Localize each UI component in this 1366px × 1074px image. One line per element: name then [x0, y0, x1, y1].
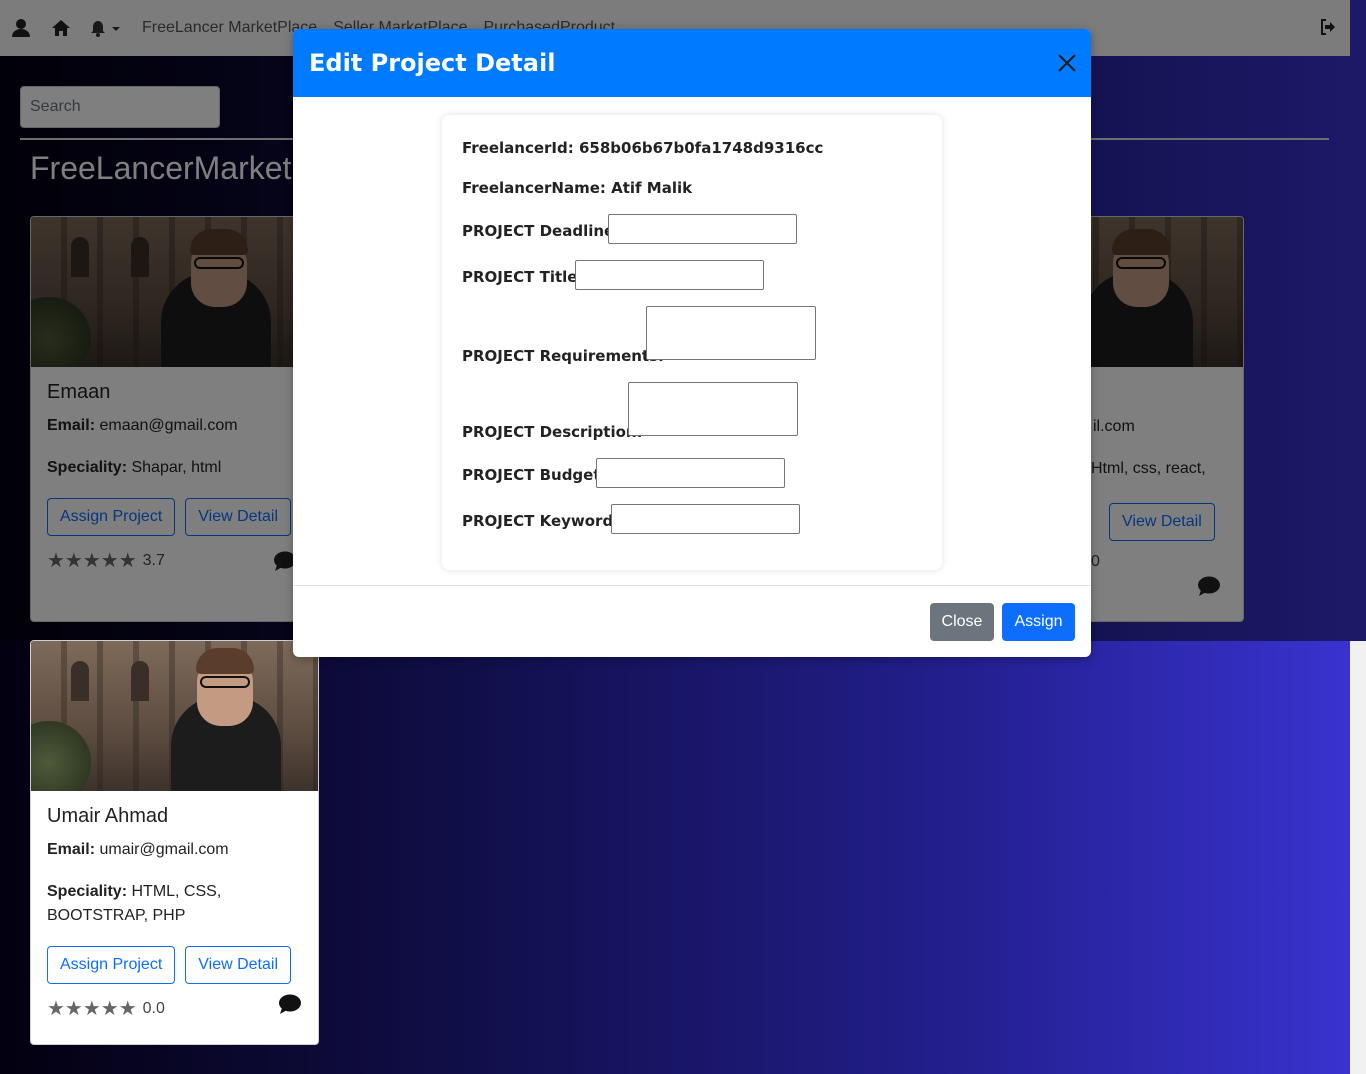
modal-backdrop[interactable] — [1350, 0, 1366, 641]
modal-header: Edit Project Detail — [293, 29, 1091, 97]
rating-value: 0.0 — [142, 999, 165, 1017]
star-rating-icon: ★★★★★ — [47, 998, 137, 1020]
freelancer-photo — [31, 641, 318, 791]
freelancer-name: FreelancerName: Atif Malik — [462, 179, 693, 197]
close-icon[interactable] — [1057, 53, 1077, 73]
keywords-input[interactable] — [611, 504, 800, 534]
budget-label: PROJECT Budget: — [462, 466, 607, 484]
deadline-label: PROJECT Deadline: — [462, 222, 621, 240]
scrollbar[interactable] — [1350, 641, 1366, 1074]
assign-button[interactable]: Assign — [1002, 603, 1075, 641]
deadline-input[interactable] — [608, 214, 797, 244]
assign-project-button[interactable]: Assign Project — [47, 946, 176, 984]
keywords-label: PROJECT Keywords: — [462, 512, 629, 530]
freelancer-card: Umair Ahmad Email: umair@gmail.com Speci… — [30, 640, 319, 1045]
chat-icon[interactable] — [278, 993, 302, 1020]
modal-title: Edit Project Detail — [309, 49, 556, 77]
freelancer-speciality: Speciality: HTML, CSS, BOOTSTRAP, PHP — [47, 883, 222, 924]
requirements-textarea[interactable] — [646, 306, 816, 360]
view-detail-button[interactable]: View Detail — [185, 946, 292, 984]
requirements-label: PROJECT Requirements: — [462, 347, 665, 365]
project-form: FreelancerId: 658b06b67b0fa1748d9316cc F… — [442, 115, 942, 570]
close-button[interactable]: Close — [930, 603, 994, 641]
edit-project-modal: Edit Project Detail FreelancerId: 658b06… — [293, 29, 1091, 657]
freelancer-email: Email: umair@gmail.com — [47, 841, 229, 858]
chat-icon[interactable] — [1197, 575, 1221, 602]
modal-footer: Close Assign — [293, 585, 1091, 657]
description-label: PROJECT Description: — [462, 423, 643, 441]
budget-input[interactable] — [596, 458, 785, 488]
freelancer-name: Umair Ahmad — [47, 805, 169, 827]
title-input[interactable] — [575, 260, 764, 290]
description-textarea[interactable] — [628, 382, 798, 436]
title-label: PROJECT Title: — [462, 268, 584, 286]
freelancer-id: FreelancerId: 658b06b67b0fa1748d9316cc — [462, 139, 824, 157]
rating: ★★★★★ 0.0 — [47, 993, 302, 1021]
